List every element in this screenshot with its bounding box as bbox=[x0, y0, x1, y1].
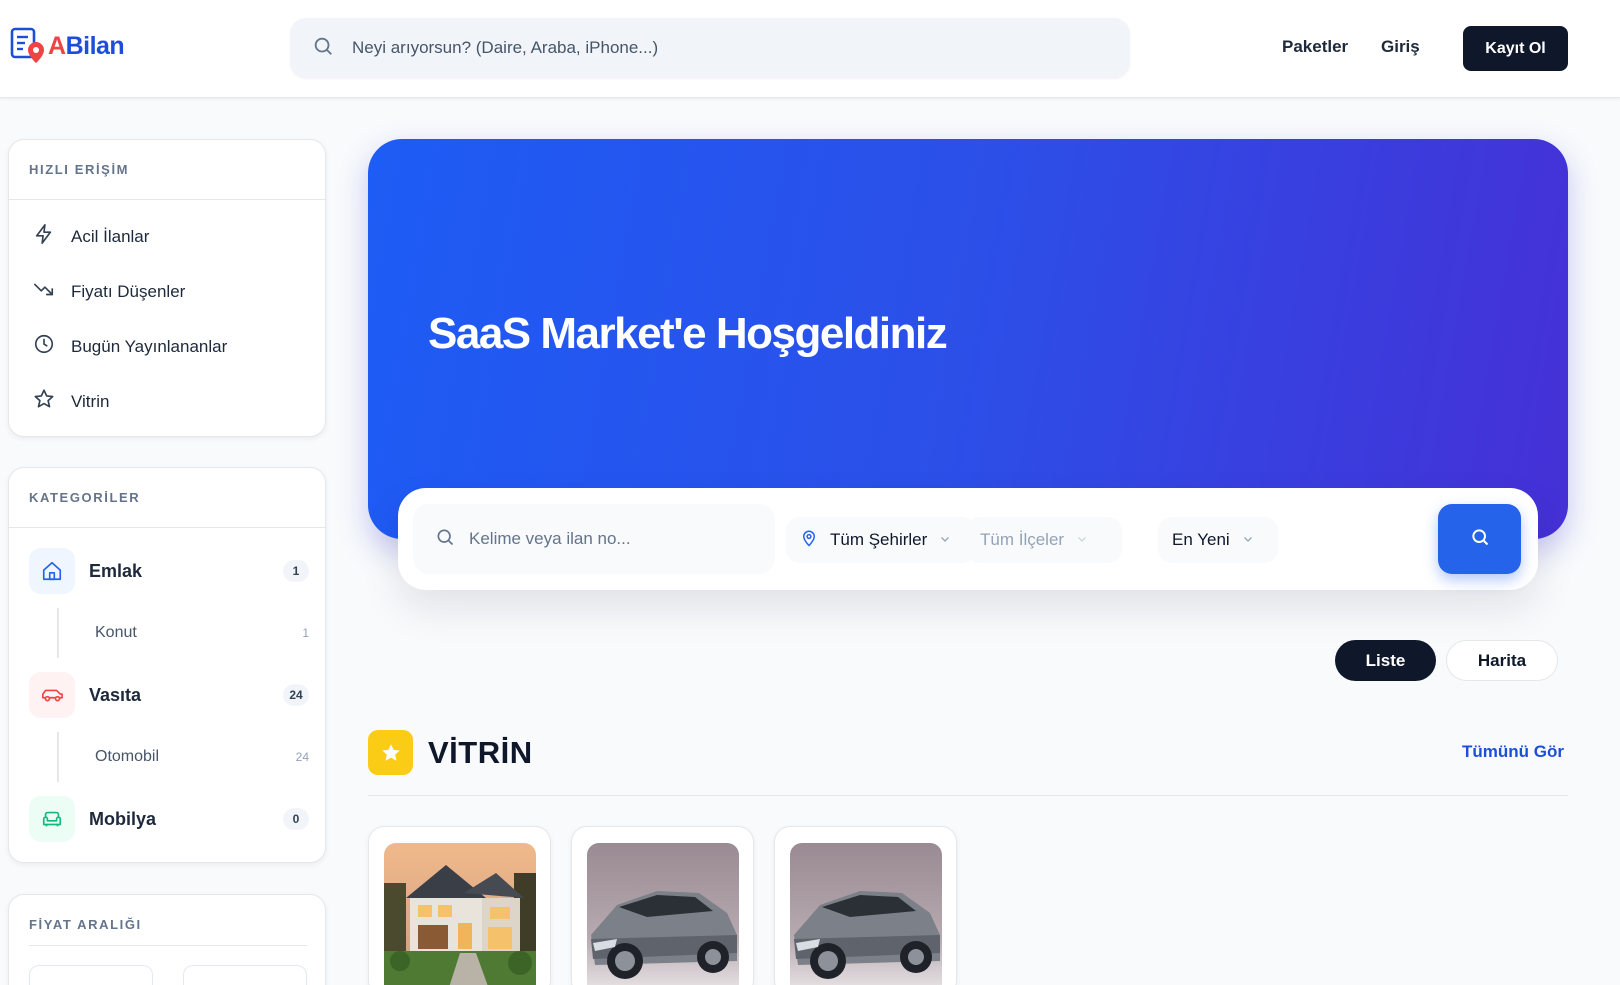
filter-bar: Kelime veya ilan no... Tüm Şehirler Tüm … bbox=[398, 488, 1538, 590]
listing-image-car bbox=[587, 843, 739, 985]
price-min-input[interactable] bbox=[29, 965, 153, 985]
top-navbar: ABilan Neyi arıyorsun? (Daire, Araba, iP… bbox=[0, 0, 1620, 98]
hero-title: SaaS Market'e Hoşgeldiniz bbox=[428, 309, 948, 358]
price-range-divider bbox=[29, 945, 307, 946]
star-icon bbox=[33, 388, 55, 415]
category-label: Emlak bbox=[89, 560, 143, 581]
categories-header: KATEGORİLER bbox=[9, 468, 325, 528]
sofa-icon bbox=[29, 796, 75, 842]
chevron-down-icon bbox=[1242, 530, 1254, 550]
global-search-input[interactable]: Neyi arıyorsun? (Daire, Araba, iPhone...… bbox=[290, 18, 1130, 78]
listing-image-house bbox=[384, 843, 536, 985]
sort-select-value: En Yeni bbox=[1172, 530, 1230, 549]
district-select[interactable]: Tüm İlçeler bbox=[966, 517, 1122, 563]
hero-banner: SaaS Market'e Hoşgeldiniz bbox=[368, 139, 1568, 539]
category-count: 24 bbox=[283, 684, 309, 706]
nav-packages-link[interactable]: Paketler bbox=[1282, 37, 1348, 57]
listing-card[interactable] bbox=[774, 826, 957, 985]
search-icon bbox=[435, 527, 455, 552]
nav-login-link[interactable]: Giriş bbox=[1381, 37, 1420, 57]
city-select[interactable]: Tüm Şehirler bbox=[786, 517, 976, 563]
home-icon bbox=[29, 548, 75, 594]
map-pin-icon bbox=[800, 528, 818, 553]
clock-icon bbox=[33, 333, 55, 360]
quick-item-label: Bugün Yayınlananlar bbox=[71, 336, 228, 356]
listing-image-car bbox=[790, 843, 942, 985]
logo[interactable]: ABilan bbox=[10, 26, 125, 66]
category-mobilya[interactable]: Mobilya 0 bbox=[29, 796, 309, 842]
category-emlak[interactable]: Emlak 1 bbox=[29, 548, 309, 594]
view-map-button[interactable]: Harita bbox=[1446, 640, 1558, 681]
subcategory-count: 1 bbox=[302, 626, 309, 640]
price-range-title: FİYAT ARALIĞI bbox=[29, 917, 142, 932]
subcategory-label: Konut bbox=[95, 624, 137, 641]
trending-down-icon bbox=[33, 278, 55, 305]
chevron-down-icon bbox=[939, 530, 951, 550]
listing-card[interactable] bbox=[368, 826, 551, 985]
logo-icon bbox=[10, 26, 46, 66]
subcategory-konut[interactable]: Konut 1 bbox=[57, 608, 309, 658]
logo-text: ABilan bbox=[48, 31, 125, 61]
city-select-value: Tüm Şehirler bbox=[830, 530, 928, 549]
quick-item-showcase[interactable]: Vitrin bbox=[33, 388, 109, 415]
lightning-icon bbox=[33, 223, 55, 250]
quick-access-card: HIZLI ERİŞİM Acil İlanlar Fiyatı Düşenle… bbox=[8, 139, 326, 437]
quick-access-title: HIZLI ERİŞİM bbox=[29, 162, 130, 177]
search-submit-button[interactable] bbox=[1438, 504, 1521, 574]
category-count: 0 bbox=[283, 808, 309, 830]
listing-card[interactable] bbox=[571, 826, 754, 985]
quick-item-today[interactable]: Bugün Yayınlananlar bbox=[33, 333, 227, 360]
keyword-placeholder: Kelime veya ilan no... bbox=[469, 529, 631, 548]
quick-access-header: HIZLI ERİŞİM bbox=[9, 140, 325, 200]
star-icon bbox=[368, 730, 413, 775]
categories-card: KATEGORİLER Emlak 1 Konut 1 Vasıta 24 Ot… bbox=[8, 467, 326, 863]
chevron-down-icon bbox=[1076, 530, 1088, 550]
category-label: Mobilya bbox=[89, 808, 157, 829]
keyword-search-input[interactable]: Kelime veya ilan no... bbox=[413, 504, 775, 574]
see-all-link[interactable]: Tümünü Gör bbox=[1462, 742, 1564, 762]
categories-title: KATEGORİLER bbox=[29, 490, 141, 505]
subcategory-count: 24 bbox=[295, 750, 309, 764]
quick-item-label: Acil İlanlar bbox=[71, 226, 150, 246]
price-max-input[interactable] bbox=[183, 965, 307, 985]
quick-item-label: Vitrin bbox=[71, 391, 110, 411]
district-select-value: Tüm İlçeler bbox=[980, 530, 1065, 549]
sort-select[interactable]: En Yeni bbox=[1158, 517, 1278, 563]
category-vasita[interactable]: Vasıta 24 bbox=[29, 672, 309, 718]
search-icon bbox=[1470, 527, 1490, 552]
category-label: Vasıta bbox=[89, 684, 142, 705]
category-count: 1 bbox=[283, 560, 309, 582]
logo-text-first: A bbox=[48, 31, 66, 60]
logo-text-rest: Bilan bbox=[65, 31, 125, 60]
subcategory-otomobil[interactable]: Otomobil 24 bbox=[57, 732, 309, 782]
quick-item-price-drop[interactable]: Fiyatı Düşenler bbox=[33, 278, 185, 305]
quick-item-urgent[interactable]: Acil İlanlar bbox=[33, 223, 149, 250]
search-placeholder: Neyi arıyorsun? (Daire, Araba, iPhone...… bbox=[352, 38, 659, 57]
signup-button[interactable]: Kayıt Ol bbox=[1463, 26, 1568, 71]
section-divider bbox=[368, 795, 1568, 796]
price-range-card: FİYAT ARALIĞI bbox=[8, 894, 326, 985]
showcase-title: VİTRİN bbox=[428, 735, 533, 770]
quick-item-label: Fiyatı Düşenler bbox=[71, 281, 186, 301]
view-list-button[interactable]: Liste bbox=[1335, 640, 1436, 681]
car-icon bbox=[29, 672, 75, 718]
subcategory-label: Otomobil bbox=[95, 748, 160, 765]
search-icon bbox=[312, 35, 334, 62]
